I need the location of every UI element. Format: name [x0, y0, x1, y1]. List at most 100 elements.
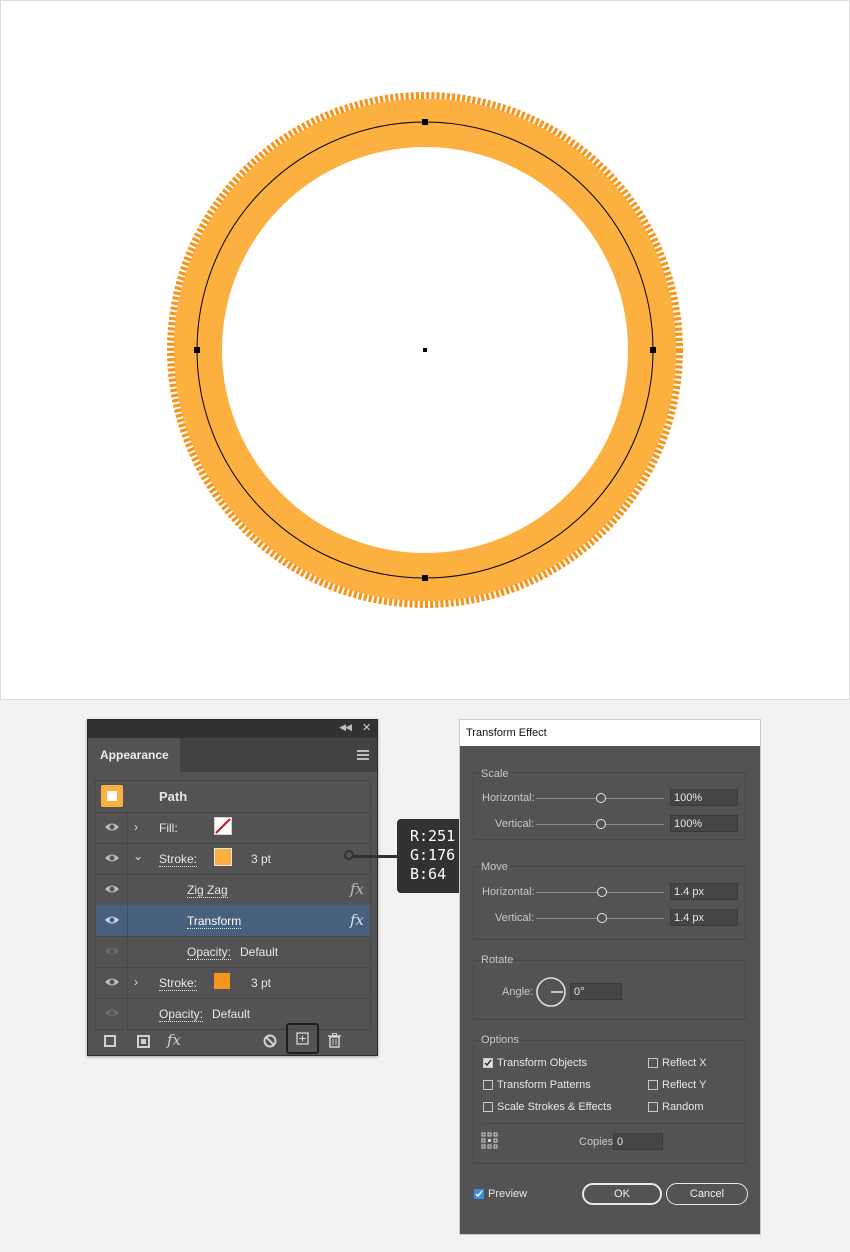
move-vertical-input[interactable]: 1.4 px	[670, 909, 738, 926]
angle-label: Angle:	[502, 986, 534, 998]
scale-strokes-checkbox[interactable]	[483, 1102, 493, 1112]
cancel-button[interactable]: Cancel	[666, 1183, 748, 1205]
zigzag-effect-label[interactable]: Zig Zag	[187, 883, 228, 898]
move-horizontal-label: Horizontal:	[482, 886, 535, 898]
transform-objects-checkbox[interactable]	[483, 1058, 493, 1068]
stroke-2-label[interactable]: Stroke:	[159, 976, 198, 991]
tooltip-pointer-line	[352, 855, 398, 858]
fx-icon[interactable]: fx	[350, 880, 364, 898]
anchor-point-bottom	[422, 575, 428, 581]
chevron-down-icon[interactable]: ⌄	[133, 849, 143, 863]
clear-appearance-icon[interactable]	[263, 1034, 277, 1048]
path-label: Path	[159, 789, 188, 804]
anchor-point-right	[650, 347, 656, 353]
add-new-stroke-icon[interactable]	[104, 1035, 116, 1047]
appearance-row-stroke-2[interactable]: › Stroke: 3 pt	[96, 967, 370, 999]
visibility-eye-icon[interactable]	[104, 976, 120, 988]
reference-point-icon[interactable]	[481, 1132, 499, 1150]
center-point	[423, 348, 427, 352]
fill-none-swatch[interactable]	[214, 817, 232, 835]
stroke-label[interactable]: Stroke:	[159, 852, 198, 867]
ok-button[interactable]: OK	[582, 1183, 662, 1205]
scale-vertical-input[interactable]: 100%	[670, 815, 738, 832]
transform-patterns-label: Transform Patterns	[497, 1079, 591, 1091]
transform-objects-label: Transform Objects	[497, 1057, 588, 1069]
reflect-y-label: Reflect Y	[662, 1079, 707, 1091]
visibility-eye-icon[interactable]	[104, 914, 120, 926]
stroke-2-color-swatch[interactable]	[214, 973, 230, 989]
fill-label: Fill:	[159, 821, 178, 835]
opacity-2-value: Default	[212, 1007, 251, 1021]
move-horizontal-input[interactable]: 1.4 px	[670, 883, 738, 900]
appearance-row-opacity[interactable]: Opacity: Default	[96, 998, 370, 1029]
tab-appearance[interactable]: Appearance	[88, 738, 180, 772]
visibility-eye-icon[interactable]	[104, 852, 120, 864]
move-horizontal-knob[interactable]	[597, 887, 607, 897]
scale-horizontal-knob[interactable]	[596, 793, 606, 803]
close-icon[interactable]: ×	[362, 719, 371, 736]
appearance-row-zigzag[interactable]: Zig Zag fx	[96, 874, 370, 906]
scale-group-title: Scale	[481, 768, 509, 780]
transform-patterns-checkbox[interactable]	[483, 1080, 493, 1090]
move-group: Move	[473, 861, 746, 940]
transform-effect-label[interactable]: Transform	[187, 914, 242, 929]
stroke-2-weight[interactable]: 3 pt	[251, 976, 271, 990]
appearance-row-stroke[interactable]: ⌄ Stroke: 3 pt	[96, 843, 370, 875]
options-group-title: Options	[481, 1034, 519, 1046]
add-effect-fx-icon[interactable]: fx	[167, 1031, 181, 1049]
panel-menu-icon[interactable]	[357, 750, 369, 762]
visibility-eye-icon-disabled	[105, 947, 119, 955]
anchor-point-left	[194, 347, 200, 353]
add-new-fill-icon[interactable]	[137, 1035, 150, 1048]
copies-input[interactable]: 0	[613, 1133, 663, 1150]
visibility-eye-icon[interactable]	[104, 821, 120, 833]
reflect-y-checkbox[interactable]	[648, 1080, 658, 1090]
chevron-right-icon[interactable]: ›	[134, 820, 138, 834]
appearance-panel: ◀◀ × Appearance Path › Fill: ⌄ Stroke: 3…	[87, 719, 378, 1056]
appearance-row-transform[interactable]: Transform fx	[96, 905, 370, 937]
tooltip-pointer-dot	[344, 850, 354, 860]
visibility-eye-icon-disabled	[105, 1009, 119, 1017]
dialog-title: Transform Effect	[460, 720, 760, 746]
appearance-list: Path › Fill: ⌄ Stroke: 3 pt Zig Zag fx T…	[95, 780, 371, 1030]
panel-titlebar: ◀◀ ×	[88, 719, 377, 738]
move-vertical-label: Vertical:	[495, 912, 535, 924]
angle-dial-icon[interactable]	[535, 976, 567, 1008]
move-group-title: Move	[481, 861, 508, 873]
path-thumbnail-icon	[101, 785, 123, 807]
preview-checkbox[interactable]	[474, 1189, 484, 1199]
scale-horizontal-input[interactable]: 100%	[670, 789, 738, 806]
transform-effect-dialog: Transform Effect Scale Horizontal: 100% …	[459, 719, 761, 1235]
scale-strokes-label: Scale Strokes & Effects	[497, 1101, 612, 1113]
opacity-2-label[interactable]: Opacity:	[159, 1007, 204, 1022]
stroke-color-swatch[interactable]	[214, 848, 232, 866]
panel-tabbar: Appearance	[88, 738, 377, 772]
reflect-x-checkbox[interactable]	[648, 1058, 658, 1068]
reflect-x-label: Reflect X	[662, 1057, 707, 1069]
fx-icon[interactable]: fx	[350, 911, 364, 929]
rotate-group-title: Rotate	[481, 954, 514, 966]
preview-label: Preview	[488, 1188, 528, 1200]
artboard-canvas[interactable]	[0, 0, 850, 700]
appearance-row-fill[interactable]: › Fill:	[96, 812, 370, 844]
angle-input[interactable]: 0°	[570, 983, 622, 1000]
visibility-eye-icon[interactable]	[104, 883, 120, 895]
move-vertical-knob[interactable]	[597, 913, 607, 923]
panel-footer-toolbar: fx	[88, 1023, 377, 1055]
random-label: Random	[662, 1101, 704, 1113]
collapse-icon[interactable]: ◀◀	[339, 722, 352, 733]
duplicate-item-button[interactable]	[286, 1023, 319, 1054]
opacity-value: Default	[240, 945, 279, 959]
appearance-row-stroke-opacity[interactable]: Opacity: Default	[96, 936, 370, 968]
anchor-point-top	[422, 119, 428, 125]
stroke-weight[interactable]: 3 pt	[251, 852, 271, 866]
scale-horizontal-label: Horizontal:	[482, 792, 535, 804]
scale-vertical-label: Vertical:	[495, 818, 535, 830]
scale-vertical-knob[interactable]	[596, 819, 606, 829]
chevron-right-icon[interactable]: ›	[134, 975, 138, 989]
trash-icon[interactable]	[328, 1033, 341, 1048]
random-checkbox[interactable]	[648, 1102, 658, 1112]
opacity-label[interactable]: Opacity:	[187, 945, 232, 960]
ring-artwork[interactable]	[1, 1, 849, 699]
appearance-row-path[interactable]: Path	[96, 781, 370, 813]
